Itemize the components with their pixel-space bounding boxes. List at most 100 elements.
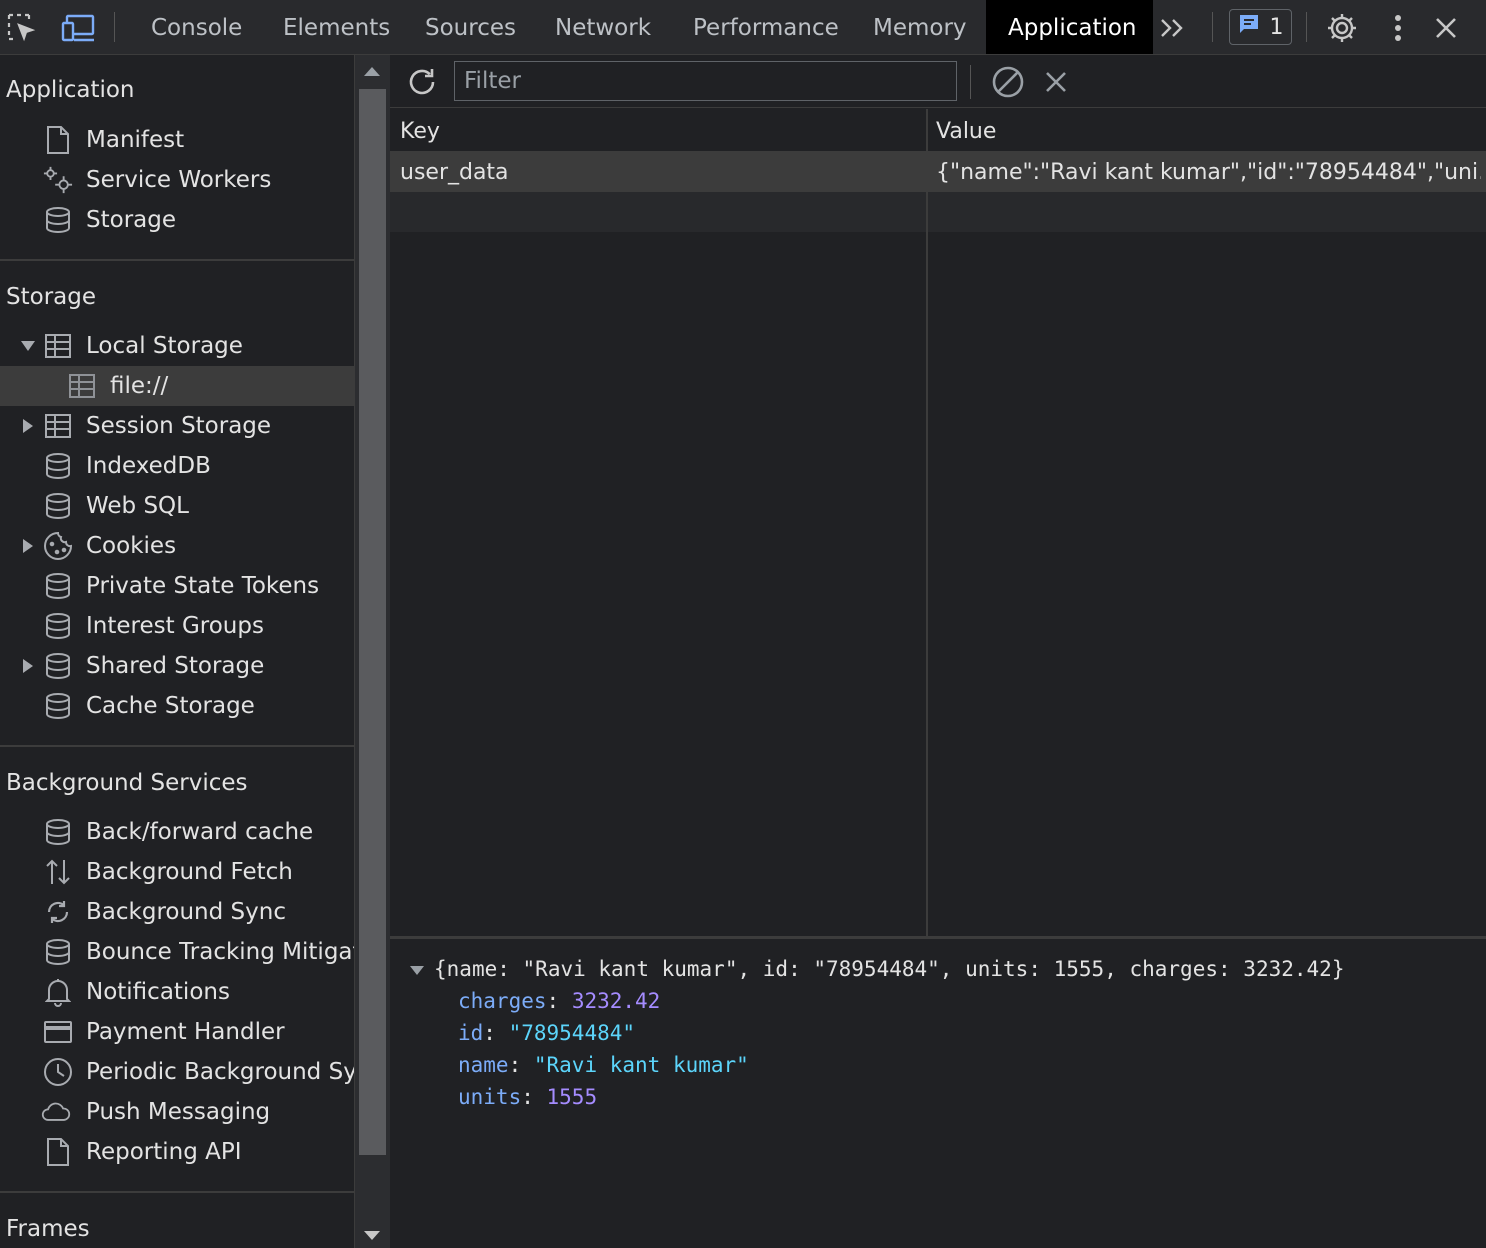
sidebar-item-push-messaging[interactable]: Push Messaging bbox=[0, 1092, 354, 1132]
property-row[interactable]: id: "78954484" bbox=[458, 1021, 635, 1045]
sidebar-item-session-storage[interactable]: Session Storage bbox=[0, 406, 354, 446]
sidebar-item-background-fetch[interactable]: Background Fetch bbox=[0, 852, 354, 892]
bell-icon bbox=[43, 977, 73, 1007]
issues-button[interactable]: 1 bbox=[1229, 9, 1292, 45]
sidebar-item-reporting-api[interactable]: Reporting API bbox=[0, 1132, 354, 1172]
section-title-background-services: Background Services bbox=[6, 770, 248, 796]
property-key: name bbox=[458, 1053, 509, 1077]
up-down-arrows-icon bbox=[43, 857, 73, 887]
object-summary[interactable]: {name: "Ravi kant kumar", id: "78954484"… bbox=[434, 957, 1344, 981]
filter-input[interactable] bbox=[454, 61, 957, 101]
clear-all-icon[interactable] bbox=[990, 64, 1026, 100]
scroll-up-arrow-icon[interactable] bbox=[364, 67, 380, 76]
summary-charges-key: charges bbox=[1129, 957, 1218, 981]
sidebar-item-bounce-tracking[interactable]: Bounce Tracking Mitigations bbox=[0, 932, 354, 972]
summary-name-value: "Ravi kant kumar" bbox=[522, 957, 738, 981]
property-row[interactable]: charges: 3232.42 bbox=[458, 989, 660, 1013]
column-divider[interactable] bbox=[926, 109, 928, 939]
sidebar-item-local-storage-file[interactable]: file:// bbox=[0, 366, 354, 406]
toolbar-divider bbox=[970, 65, 971, 99]
table-icon bbox=[43, 411, 73, 441]
tab-memory[interactable]: Memory bbox=[851, 0, 989, 54]
expanded-arrow-icon[interactable] bbox=[20, 338, 36, 354]
collapsed-arrow-icon[interactable] bbox=[20, 418, 36, 434]
sidebar-item-periodic-background-sync[interactable]: Periodic Background Sync bbox=[0, 1052, 354, 1092]
property-value: "Ravi kant kumar" bbox=[533, 1053, 749, 1077]
value-cell[interactable]: {"name":"Ravi kant kumar","id":"78954484… bbox=[926, 152, 1481, 192]
sidebar-item-service-workers[interactable]: Service Workers bbox=[0, 160, 354, 200]
property-value: "78954484" bbox=[508, 1021, 636, 1045]
section-title-storage: Storage bbox=[6, 284, 96, 310]
property-key: charges bbox=[458, 989, 547, 1013]
tab-sources[interactable]: Sources bbox=[403, 0, 538, 54]
collapsed-arrow-icon[interactable] bbox=[20, 658, 36, 674]
collapsed-arrow-icon[interactable] bbox=[20, 538, 36, 554]
sidebar-item-local-storage[interactable]: Local Storage bbox=[0, 326, 354, 366]
database-icon bbox=[43, 611, 73, 641]
scrollbar-thumb[interactable] bbox=[359, 89, 386, 1155]
section-divider bbox=[0, 259, 354, 261]
message-icon bbox=[1238, 13, 1260, 41]
tab-application[interactable]: Application bbox=[986, 0, 1153, 54]
property-row[interactable]: name: "Ravi kant kumar" bbox=[458, 1053, 749, 1077]
sidebar-item-interest-groups[interactable]: Interest Groups bbox=[0, 606, 354, 646]
device-toolbar-icon[interactable] bbox=[58, 8, 98, 48]
cloud-icon bbox=[41, 1097, 71, 1127]
tab-console[interactable]: Console bbox=[129, 0, 264, 54]
column-header-key[interactable]: Key bbox=[390, 109, 440, 152]
sidebar-item-cookies[interactable]: Cookies bbox=[0, 526, 354, 566]
section-divider bbox=[0, 745, 354, 747]
sidebar-item-background-sync[interactable]: Background Sync bbox=[0, 892, 354, 932]
close-icon[interactable] bbox=[1426, 8, 1466, 48]
table-header: Key Value bbox=[390, 109, 1486, 152]
summary-charges-value: 3232.42 bbox=[1243, 957, 1332, 981]
summary-units-key: units bbox=[965, 957, 1029, 981]
settings-gear-icon[interactable] bbox=[1322, 8, 1362, 48]
sidebar-item-cache-storage[interactable]: Cache Storage bbox=[0, 686, 354, 726]
sidebar-item-label: Shared Storage bbox=[86, 653, 265, 679]
sidebar-item-label: Notifications bbox=[86, 979, 230, 1005]
property-key: units bbox=[458, 1085, 522, 1109]
sync-icon bbox=[43, 897, 73, 927]
delete-selected-icon[interactable] bbox=[1038, 64, 1074, 100]
tab-elements[interactable]: Elements bbox=[261, 0, 412, 54]
key-cell[interactable]: user_data bbox=[390, 152, 920, 192]
more-tabs-icon[interactable] bbox=[1153, 8, 1193, 48]
refresh-icon[interactable] bbox=[404, 64, 440, 100]
sidebar-item-payment-handler[interactable]: Payment Handler bbox=[0, 1012, 354, 1052]
table-row-empty[interactable] bbox=[390, 192, 1486, 232]
table-icon bbox=[67, 371, 97, 401]
sidebar-item-private-state-tokens[interactable]: Private State Tokens bbox=[0, 566, 354, 606]
sidebar-item-label: IndexedDB bbox=[86, 453, 211, 479]
property-value: 1555 bbox=[546, 1085, 598, 1109]
sidebar-item-label: Cookies bbox=[86, 533, 177, 559]
document-icon bbox=[43, 125, 73, 155]
summary-close-brace: } bbox=[1331, 957, 1345, 981]
sidebar-item-indexeddb[interactable]: IndexedDB bbox=[0, 446, 354, 486]
sidebar-item-notifications[interactable]: Notifications bbox=[0, 972, 354, 1012]
devtools-toolbar: Console Elements Sources Network Perform… bbox=[0, 0, 1486, 55]
collapse-triangle-icon[interactable] bbox=[410, 966, 424, 975]
issues-count: 1 bbox=[1269, 14, 1284, 40]
sidebar-item-shared-storage[interactable]: Shared Storage bbox=[0, 646, 354, 686]
section-title-application: Application bbox=[6, 77, 135, 103]
tab-performance[interactable]: Performance bbox=[671, 0, 861, 54]
tab-network[interactable]: Network bbox=[533, 0, 673, 54]
key-value-table: Key Value user_data {"name":"Ravi kant k… bbox=[390, 109, 1486, 939]
database-icon bbox=[43, 451, 73, 481]
table-row[interactable]: user_data {"name":"Ravi kant kumar","id"… bbox=[390, 152, 1486, 192]
sidebar-item-label: Push Messaging bbox=[86, 1099, 271, 1125]
inspect-element-icon[interactable] bbox=[2, 8, 42, 48]
sidebar-item-back-forward-cache[interactable]: Back/forward cache bbox=[0, 812, 354, 852]
cookie-icon bbox=[43, 531, 73, 561]
sidebar-item-web-sql[interactable]: Web SQL bbox=[0, 486, 354, 526]
more-options-icon[interactable] bbox=[1378, 8, 1418, 48]
sidebar-scrollbar[interactable] bbox=[354, 55, 390, 1248]
application-sidebar: Application Manifest Service Workers Sto… bbox=[0, 55, 354, 1248]
scroll-down-arrow-icon[interactable] bbox=[364, 1231, 380, 1240]
property-row[interactable]: units: 1555 bbox=[458, 1085, 597, 1109]
sidebar-item-storage[interactable]: Storage bbox=[0, 200, 354, 240]
column-header-value[interactable]: Value bbox=[926, 109, 996, 152]
value-preview: {name: "Ravi kant kumar", id: "78954484"… bbox=[390, 942, 1486, 1248]
sidebar-item-manifest[interactable]: Manifest bbox=[0, 120, 354, 160]
